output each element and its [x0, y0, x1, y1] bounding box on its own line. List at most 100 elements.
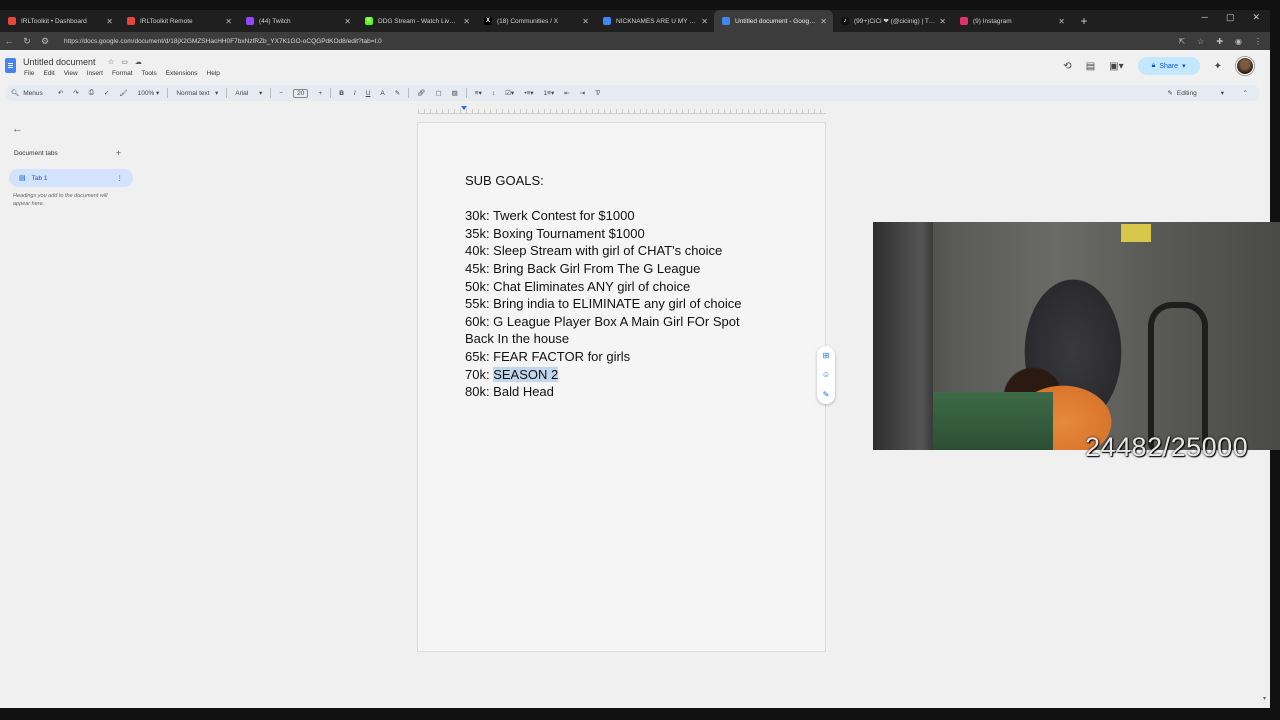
close-outline-arrow-icon[interactable]: ←	[12, 123, 23, 135]
menu-item-file[interactable]: File	[24, 70, 34, 77]
line-spacing-icon[interactable]: ↕	[492, 90, 495, 97]
star-icon[interactable]: ☆	[108, 58, 114, 66]
doc-line[interactable]: 35k: Boxing Tournament $1000	[465, 225, 785, 243]
redo-icon[interactable]: ↷	[73, 89, 78, 97]
sidebar-item-tab-1[interactable]: ▤ Tab 1 ⋮	[9, 169, 133, 187]
print-icon[interactable]: ⎙	[89, 89, 94, 97]
share-page-icon[interactable]: ⇱	[1178, 37, 1185, 46]
menu-item-edit[interactable]: Edit	[43, 70, 54, 77]
profile-icon[interactable]: ◉	[1235, 37, 1242, 46]
decrease-indent-icon[interactable]: ⇤	[564, 89, 569, 97]
close-tab-icon[interactable]: ✕	[463, 17, 470, 26]
add-tab-button[interactable]: +	[116, 148, 121, 158]
doc-line[interactable]: 60k: G League Player Box A Main Girl FOr…	[465, 313, 785, 331]
selected-text[interactable]: SEASON 2	[493, 366, 559, 382]
reload-icon[interactable]: ↻	[18, 36, 36, 47]
site-info-icon[interactable]: ⚙	[36, 36, 54, 47]
add-comment-icon[interactable]: ⊞	[823, 351, 830, 360]
browser-tab[interactable]: IRLToolkit • Dashboard ✕	[0, 10, 119, 32]
bookmark-star-icon[interactable]: ☆	[1197, 37, 1204, 46]
increase-indent-icon[interactable]: ⇥	[580, 89, 585, 97]
close-window-icon[interactable]: ✕	[1252, 12, 1260, 23]
doc-line[interactable]: 45k: Bring Back Girl From The G League	[465, 260, 785, 278]
browser-menu-icon[interactable]: ⋮	[1254, 37, 1262, 46]
close-tab-icon[interactable]: ✕	[1058, 17, 1065, 26]
doc-line[interactable]: Back In the house	[465, 330, 785, 348]
browser-tab[interactable]: X (18) Communities / X ✕	[476, 10, 595, 32]
move-folder-icon[interactable]: ▭	[121, 58, 128, 66]
more-options-icon[interactable]: ⋮	[117, 174, 124, 182]
doc-line[interactable]: 50k: Chat Eliminates ANY girl of choice	[465, 278, 785, 296]
browser-tab[interactable]: NICKNAMES ARE U MY BALL - G...✕	[595, 10, 714, 32]
close-tab-icon[interactable]: ✕	[225, 17, 232, 26]
cloud-status-icon[interactable]: ☁	[135, 58, 142, 66]
doc-heading[interactable]: SUB GOALS:	[465, 172, 785, 190]
browser-tab[interactable]: K DDG Stream - Watch Live on Kick ✕	[357, 10, 476, 32]
extensions-icon[interactable]: ✚	[1216, 37, 1223, 46]
close-tab-icon[interactable]: ✕	[582, 17, 589, 26]
insert-image-icon[interactable]: ▨	[452, 89, 458, 97]
paint-format-icon[interactable]: 🖌︎	[119, 89, 127, 97]
browser-tab[interactable]: (9) Instagram ✕	[952, 10, 1071, 32]
checklist-icon[interactable]: ☑▾	[505, 89, 514, 97]
suggest-edits-icon[interactable]: ✎	[823, 390, 830, 399]
close-tab-icon[interactable]: ✕	[701, 17, 708, 26]
document-page[interactable]: SUB GOALS: 30k: Twerk Contest for $1000 3…	[418, 123, 825, 651]
ruler[interactable]	[418, 105, 826, 114]
numbered-list-icon[interactable]: 1≡▾	[544, 89, 555, 97]
close-tab-icon[interactable]: ✕	[820, 17, 827, 26]
browser-tab[interactable]: Untitled document - Google Docs ✕	[714, 10, 833, 32]
bold-icon[interactable]: B	[339, 90, 344, 97]
add-comment-icon[interactable]: ▢	[435, 89, 441, 97]
new-tab-button[interactable]: +	[1075, 12, 1093, 30]
bulleted-list-icon[interactable]: •≡▾	[524, 89, 533, 97]
close-tab-icon[interactable]: ✕	[344, 17, 351, 26]
document-body[interactable]: SUB GOALS: 30k: Twerk Contest for $1000 3…	[465, 172, 785, 401]
docs-logo-icon[interactable]	[5, 58, 16, 73]
font-size-input[interactable]: 20	[293, 88, 309, 98]
align-icon[interactable]: ≡▾	[475, 89, 482, 97]
zoom-select[interactable]: 100% ▾	[138, 89, 160, 97]
indent-marker[interactable]	[461, 106, 467, 110]
doc-line[interactable]: 80k: Bald Head	[465, 383, 785, 401]
url-field[interactable]: https://docs.google.com/document/d/18jX2…	[64, 38, 1178, 45]
browser-tab[interactable]: IRLToolkit Remote ✕	[119, 10, 238, 32]
close-tab-icon[interactable]: ✕	[939, 17, 946, 26]
maximize-icon[interactable]: ▢	[1226, 12, 1235, 23]
editing-mode-select[interactable]: ✎ Editing ▾	[1167, 89, 1224, 98]
menu-item-help[interactable]: Help	[207, 70, 220, 77]
italic-icon[interactable]: I	[354, 90, 356, 97]
menu-item-extensions[interactable]: Extensions	[166, 70, 198, 77]
menus-search[interactable]: 🔍︎ Menus	[11, 89, 43, 98]
doc-line[interactable]: 55k: Bring india to ELIMINATE any girl o…	[465, 295, 785, 313]
menu-item-view[interactable]: View	[64, 70, 78, 77]
undo-icon[interactable]: ↶	[58, 89, 63, 97]
share-button[interactable]: 🔒︎ Share ▾	[1137, 57, 1200, 75]
doc-line[interactable]: 30k: Twerk Contest for $1000	[465, 207, 785, 225]
doc-line[interactable]: 65k: FEAR FACTOR for girls	[465, 348, 785, 366]
collapse-toolbar-icon[interactable]: ⌃	[1243, 89, 1248, 97]
back-nav-icon[interactable]: ←	[0, 36, 18, 46]
highlight-icon[interactable]: ✎	[395, 89, 400, 97]
doc-line[interactable]: 70k: SEASON 2	[465, 366, 785, 384]
browser-tab[interactable]: ♪ (99+)CiCi ❤ (@cicinig) | TikTok ✕	[833, 10, 952, 32]
scroll-down-icon[interactable]: ▾	[1263, 695, 1266, 702]
menu-item-tools[interactable]: Tools	[142, 70, 157, 77]
close-tab-icon[interactable]: ✕	[106, 17, 113, 26]
avatar[interactable]	[1236, 57, 1254, 75]
decrease-font-size-icon[interactable]: −	[279, 90, 283, 97]
underline-icon[interactable]: U	[366, 90, 371, 97]
browser-tab[interactable]: (44) Twitch ✕	[238, 10, 357, 32]
version-history-icon[interactable]: ⟲	[1063, 61, 1071, 72]
menu-item-insert[interactable]: Insert	[87, 70, 103, 77]
font-select[interactable]: Arial ▾	[235, 89, 262, 97]
increase-font-size-icon[interactable]: +	[318, 90, 322, 97]
document-title[interactable]: Untitled document	[23, 57, 96, 67]
menu-item-format[interactable]: Format	[112, 70, 133, 77]
style-select[interactable]: Normal text ▾	[176, 89, 218, 97]
meet-icon[interactable]: ▣▾	[1109, 61, 1123, 72]
clear-formatting-icon[interactable]: T̸	[595, 90, 599, 97]
doc-line[interactable]: 40k: Sleep Stream with girl of CHAT's ch…	[465, 242, 785, 260]
emoji-reaction-icon[interactable]: ☺	[822, 370, 830, 379]
minimize-icon[interactable]: ─	[1202, 12, 1208, 23]
